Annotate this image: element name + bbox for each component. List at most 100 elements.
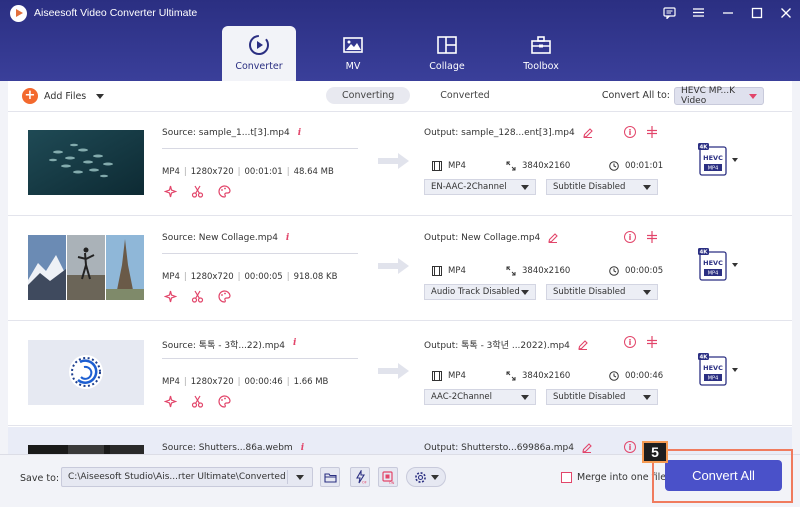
video-thumbnail [28,340,144,405]
output-resolution-text: 3840x2160 [522,371,571,381]
pencil-icon[interactable] [583,128,593,138]
source-filename: Source: 톡톡 - 3학...22).mp4 i [162,338,296,351]
merge-option[interactable]: Merge into one file [561,472,666,483]
info-icon[interactable]: i [624,126,636,138]
subtitle-select[interactable]: Subtitle Disabled [546,179,658,195]
format-badge-hevc: HEVC [703,154,723,162]
list-item[interactable]: Source: 톡톡 - 3학...22).mp4 i MP4 | 1280x72… [8,322,792,426]
output-duration: 00:00:46 [609,371,663,381]
source-label: Source: sample_1...t[3].mp4 [162,128,290,138]
source-filename: Source: Shutters...86a.webm i [162,443,304,453]
format-badge-icon[interactable]: 4K HEVC MP4 [696,247,740,283]
add-files-button[interactable]: + Add Files [22,88,105,104]
pencil-icon[interactable] [578,339,588,350]
scissors-icon[interactable] [191,290,204,303]
output-label: Output: Shuttersto...69986a.mp4 [424,443,574,453]
info-icon[interactable]: i [624,441,636,453]
output-filename: Output: Shuttersto...69986a.mp4 [424,443,592,453]
clock-icon [609,161,619,171]
subtitle-value: Subtitle Disabled [553,392,626,402]
subtitle-select[interactable]: Subtitle Disabled [546,389,658,405]
info-icon[interactable]: i [301,443,304,453]
chevron-down-icon [430,474,439,480]
info-icon[interactable]: i [298,128,301,138]
feedback-icon[interactable] [661,4,678,21]
chevron-down-icon [521,290,529,295]
format-badge-hevc: HEVC [703,259,723,267]
format-badge-icon[interactable]: 4K HEVC MP4 [696,142,740,178]
list-item[interactable]: Source: New Collage.mp4 i MP4 | 1280x720 |… [8,217,792,321]
tab-converted[interactable]: Converted [424,87,505,104]
source-size: 918.08 KB [293,272,338,282]
audio-track-select[interactable]: EN-AAC-2Channel [424,179,536,195]
output-format-text: MP4 [448,266,466,276]
save-to-label: Save to: [20,473,60,484]
tab-collage[interactable]: Collage [410,26,484,81]
output-actions: i [624,231,658,243]
info-icon[interactable]: i [293,338,296,351]
output-label: Output: 톡톡 - 3학년 ...2022).mp4 [424,341,570,351]
open-folder-button[interactable] [320,467,340,487]
palette-icon[interactable] [218,185,231,198]
palette-icon[interactable] [218,290,231,303]
source-size: 48.64 MB [293,167,334,177]
source-format: MP4 [162,272,180,282]
audio-track-value: AAC-2Channel [431,392,493,402]
output-duration: 00:01:01 [609,161,663,171]
format-badge-4k: 4K [699,250,708,256]
list-item[interactable]: Source: sample_1...t[3].mp4 i MP4 | 1280x… [8,112,792,216]
tab-toolbox-label: Toolbox [523,61,559,72]
tab-converting[interactable]: Converting [326,87,411,104]
minimize-icon[interactable] [719,4,736,21]
enhance-icon[interactable] [164,185,177,198]
output-format-select[interactable]: HEVC MP...K Video [674,86,764,106]
info-icon[interactable]: i [286,233,289,243]
convert-all-button[interactable]: Convert All [665,460,782,491]
format-badge-icon[interactable]: 4K HEVC MP4 [696,352,740,388]
info-icon[interactable]: i [624,231,636,243]
merge-checkbox[interactable] [561,472,572,483]
hardware-accel-button[interactable]: OFF [350,467,370,487]
audio-track-select[interactable]: AAC-2Channel [424,389,536,405]
palette-icon[interactable] [218,395,231,408]
info-icon[interactable]: i [624,336,636,348]
tab-toolbox[interactable]: Toolbox [504,26,578,81]
source-resolution: 1280x720 [190,167,234,177]
svg-text:OFF: OFF [362,481,367,485]
format-badge-mp4: MP4 [708,271,719,277]
merge-label: Merge into one file [577,472,667,483]
pencil-icon[interactable] [548,233,559,243]
close-icon[interactable] [777,4,794,21]
lightning-off-icon: OFF [355,470,367,485]
enhance-icon[interactable] [164,290,177,303]
output-format: MP4 [432,161,466,171]
chevron-down-icon[interactable] [96,93,105,99]
source-duration: 00:00:05 [244,272,283,282]
gpu-accel-button[interactable]: ON [378,467,398,487]
output-resolution: 3840x2160 [506,161,570,171]
list-item[interactable]: Source: Shutters...86a.webm i Output: Sh… [8,427,792,454]
settings-button[interactable] [406,467,446,487]
step-badge: 5 [642,441,668,463]
scissors-icon[interactable] [191,395,204,408]
output-duration-text: 00:00:05 [625,266,664,276]
enhance-icon[interactable] [164,395,177,408]
audio-track-select[interactable]: Audio Track Disabled [424,284,536,300]
compress-icon[interactable] [646,231,658,243]
maximize-icon[interactable] [748,4,765,21]
subtitle-select[interactable]: Subtitle Disabled [546,284,658,300]
source-duration: 00:01:01 [244,167,283,177]
compress-icon[interactable] [646,126,658,138]
menu-icon[interactable] [690,4,707,21]
subtitle-value: Subtitle Disabled [553,287,626,297]
scissors-icon[interactable] [191,185,204,198]
compress-icon[interactable] [646,336,658,348]
converter-toolbar: + Add Files Converting Converted Convert… [8,81,792,112]
save-path-select[interactable]: C:\Aiseesoft Studio\Ais...rter Ultimate\… [61,467,313,487]
tab-converter[interactable]: Converter [222,26,296,81]
source-filename: Source: sample_1...t[3].mp4 i [162,128,301,138]
pencil-icon[interactable] [582,443,592,453]
output-resolution: 3840x2160 [506,266,570,276]
output-resolution: 3840x2160 [506,371,570,381]
tab-mv[interactable]: MV [316,26,390,81]
